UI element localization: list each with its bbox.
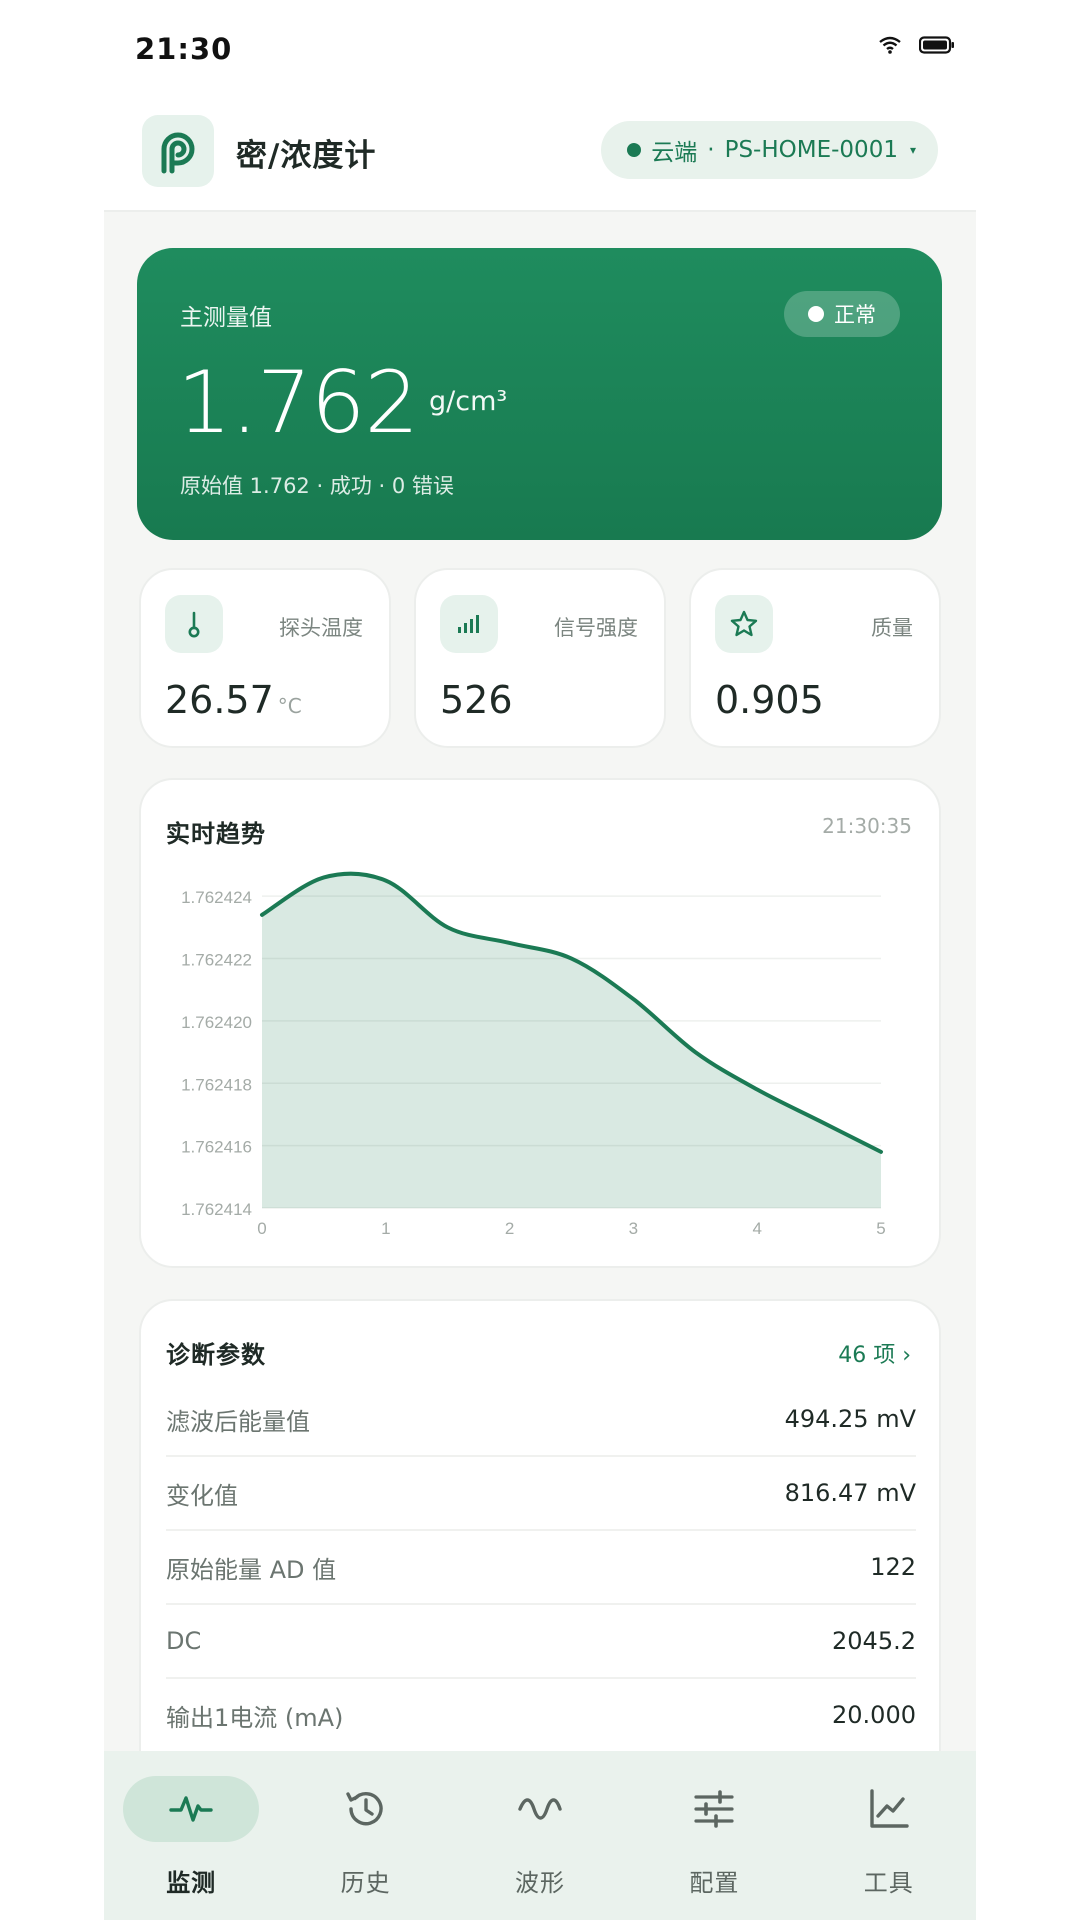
nav-item-waveform[interactable]: 波形 [453,1751,627,1920]
bottom-nav: 监测 历史 波形 配置 工具 [104,1751,976,1920]
diagnostic-value: 2045.2 [832,1627,916,1655]
caret-down-icon: ▾ [909,143,916,157]
nav-item-monitor[interactable]: 监测 [104,1751,278,1920]
app-screen: 密/浓度计 云端 · PS-HOME-0001 ▾ 主测量值 正常 1.762 … [104,100,976,1920]
main-measurement-unit: g/cm³ [429,386,508,417]
nav-label: 历史 [340,1869,391,1897]
device-selector[interactable]: 云端 · PS-HOME-0001 ▾ [601,121,938,179]
metric-label: 探头温度 [279,616,363,640]
x-tick-label: 0 [257,1219,266,1238]
pulse-icon [123,1776,260,1842]
x-tick-label: 3 [629,1219,638,1238]
diagnostic-row: 滤波后能量值 494.25 mV [166,1383,916,1457]
diagnostic-row: 变化值 816.47 mV [166,1457,916,1531]
trend-area [262,873,881,1208]
y-tick-label: 1.762414 [181,1200,252,1219]
history-icon [298,1776,434,1842]
diagnostic-row: 原始能量 AD 值 122 [166,1531,916,1605]
status-badge-text: 正常 [834,303,876,327]
main-measurement-subtext: 原始值 1.762 · 成功 · 0 错误 [180,474,454,498]
device-id: PS-HOME-0001 [724,137,898,163]
main-measurement-card: 主测量值 正常 1.762 g/cm³ 原始值 1.762 · 成功 · 0 错… [137,248,942,540]
status-badge: 正常 [784,291,900,337]
metric-unit: °C [277,694,302,718]
metric-value: 526 [440,678,513,722]
status-dot-icon [808,306,824,322]
metric-value: 0.905 [715,678,824,722]
battery-icon [919,36,954,54]
diagnostic-value: 816.47 mV [784,1479,916,1507]
connection-dot-icon [627,143,642,157]
diagnostic-row: DC 2045.2 [166,1605,916,1679]
y-tick-label: 1.762422 [181,951,252,970]
diagnostic-name: DC [166,1627,202,1655]
diagnostic-row: 输出1电流 (mA) 20.000 [166,1679,916,1753]
diagnostic-value: 494.25 mV [784,1405,916,1433]
y-tick-label: 1.762420 [181,1013,252,1032]
x-tick-label: 5 [876,1219,885,1238]
diagnostic-name: 变化值 [166,1481,238,1510]
line-chart-icon [821,1776,957,1842]
nav-item-config[interactable]: 配置 [627,1751,801,1920]
thermometer-icon [165,595,223,653]
metric-value: 26.57 °C [165,678,302,722]
nav-label: 工具 [863,1869,914,1897]
metric-card-temperature: 探头温度 26.57 °C [139,568,391,748]
star-icon [715,595,773,653]
nav-item-history[interactable]: 历史 [278,1751,452,1920]
wifi-icon [879,36,901,54]
app-logo-icon [142,115,214,187]
app-header: 密/浓度计 云端 · PS-HOME-0001 ▾ [104,100,976,212]
diagnostic-name: 输出1电流 (mA) [166,1703,344,1732]
status-icons [879,36,955,54]
diagnostics-count-link[interactable]: 46 项 › [838,1337,911,1369]
device-source: 云端 [651,140,698,166]
diagnostic-name: 原始能量 AD 值 [166,1555,337,1584]
diagnostics-title: 诊断参数 [166,1341,266,1369]
nav-label: 波形 [514,1869,565,1897]
nav-label: 监测 [166,1869,217,1897]
y-tick-label: 1.762418 [181,1075,252,1094]
x-tick-label: 2 [505,1219,514,1238]
x-tick-label: 4 [752,1219,761,1238]
metric-label: 信号强度 [554,616,638,640]
metric-card-signal: 信号强度 526 [414,568,666,748]
main-measurement-value: 1.762 [177,353,419,453]
trend-chart: 1.762414 1.762416 1.762418 1.762420 1.762422… [181,871,886,1238]
y-tick-label: 1.762424 [181,888,252,907]
metric-card-quality: 质量 0.905 [689,568,941,748]
nav-item-tools[interactable]: 工具 [802,1751,976,1920]
wave-icon [472,1776,608,1842]
nav-label: 配置 [689,1869,740,1897]
diagnostic-value: 122 [870,1553,916,1581]
signal-bars-icon [440,595,498,653]
status-bar: 21:30 [0,0,1080,100]
diagnostic-value: 20.000 [832,1701,916,1729]
trend-chart-card: 实时趋势 21:30:35 1.762414 1.762416 1.762418 1.… [139,778,941,1268]
x-tick-label: 1 [381,1219,390,1238]
app-title: 密/浓度计 [236,138,377,174]
status-time: 21:30 [135,32,233,66]
metric-label: 质量 [871,616,913,640]
main-measurement-label: 主测量值 [180,305,272,331]
diagnostic-name: 滤波后能量值 [166,1407,310,1436]
sliders-icon [646,1776,782,1842]
device-separator: · [707,137,715,163]
y-tick-label: 1.762416 [181,1138,252,1157]
